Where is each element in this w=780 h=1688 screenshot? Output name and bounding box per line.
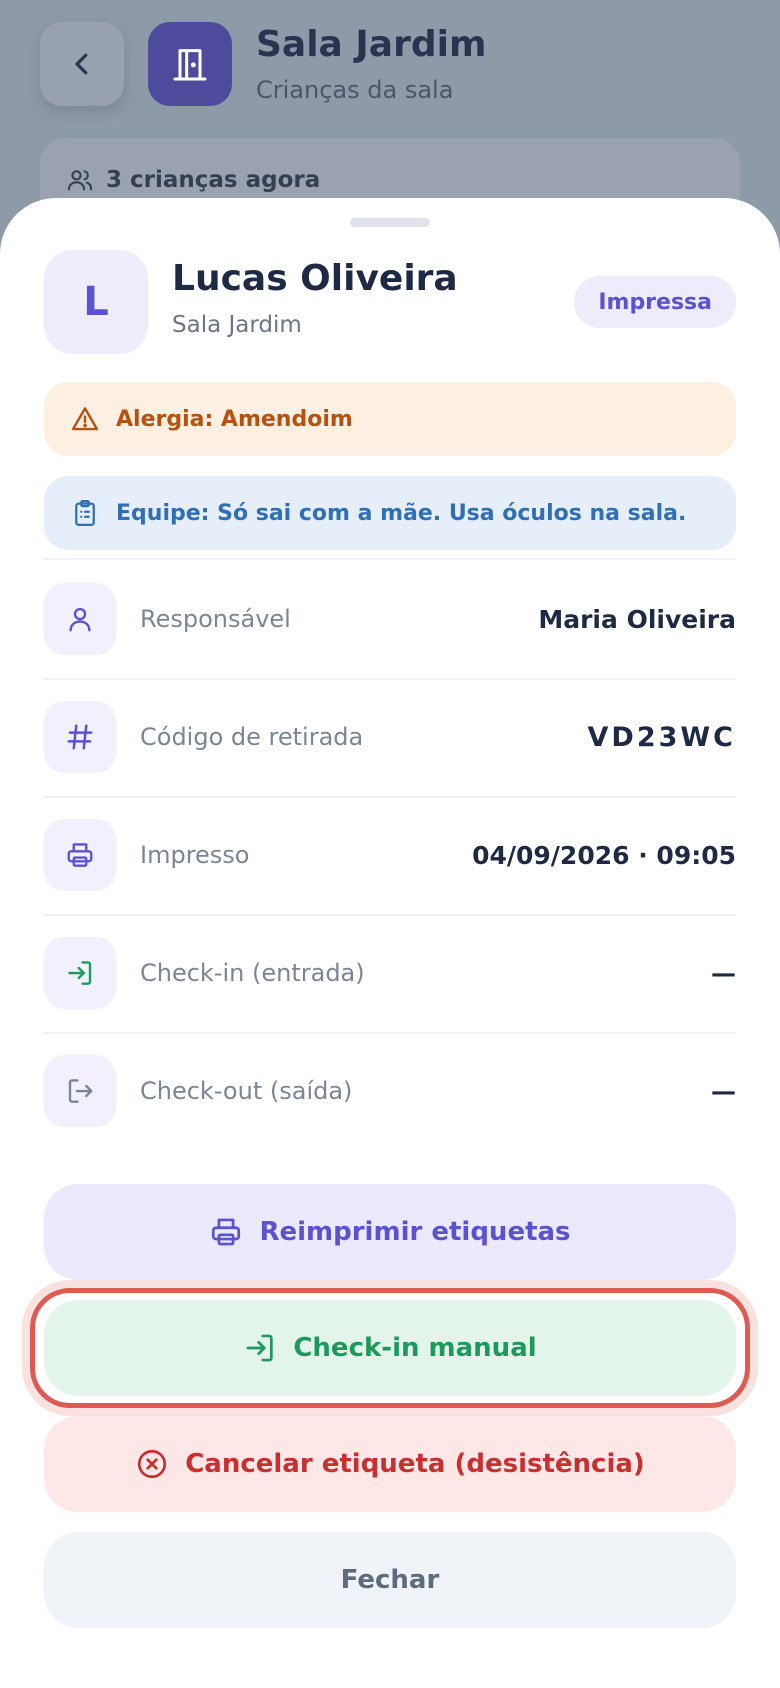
row-icon-tile bbox=[44, 1055, 116, 1127]
printer-icon bbox=[212, 1218, 241, 1246]
room-icon-tile bbox=[148, 22, 232, 106]
detail-value: — bbox=[711, 1076, 736, 1106]
pickup-code: VD23WC bbox=[587, 721, 736, 753]
reprint-labels-button[interactable]: Reimprimir etiquetas bbox=[44, 1184, 736, 1280]
reprint-labels-label: Reimprimir etiquetas bbox=[259, 1217, 571, 1247]
login-icon bbox=[68, 961, 92, 985]
row-icon-tile bbox=[44, 583, 116, 655]
children-count-label: 3 crianças agora bbox=[106, 167, 321, 193]
avatar: L bbox=[44, 250, 148, 354]
warning-icon bbox=[71, 407, 99, 431]
room-title: Sala Jardim bbox=[256, 24, 487, 65]
close-label: Fechar bbox=[340, 1565, 440, 1595]
detail-value: 04/09/2026 · 09:05 bbox=[472, 840, 736, 870]
clipboard-icon bbox=[75, 500, 95, 526]
manual-checkin-button[interactable]: Check-in manual bbox=[44, 1300, 736, 1396]
row-icon-tile bbox=[44, 819, 116, 891]
detail-row-checkin: Check-in (entrada) — bbox=[44, 914, 736, 1032]
cancel-label-button[interactable]: Cancelar etiqueta (desistência) bbox=[44, 1416, 736, 1512]
detail-row-impresso: Impresso 04/09/2026 · 09:05 bbox=[44, 796, 736, 914]
person-icon bbox=[69, 607, 91, 632]
cancel-label-text: Cancelar etiqueta (desistência) bbox=[185, 1449, 645, 1479]
detail-row-codigo: Código de retirada VD23WC bbox=[44, 678, 736, 796]
manual-checkin-label: Check-in manual bbox=[293, 1333, 537, 1363]
detail-label: Código de retirada bbox=[140, 723, 364, 751]
allergy-alert: Alergia: Amendoim bbox=[44, 382, 736, 456]
child-detail-sheet: L Lucas Oliveira Sala Jardim Impressa Al… bbox=[0, 198, 780, 1688]
team-note-text: Equipe: Só sai com a mãe. Usa óculos na … bbox=[116, 500, 687, 526]
child-name: Lucas Oliveira bbox=[172, 258, 458, 299]
detail-row-checkout: Check-out (saída) — bbox=[44, 1032, 736, 1150]
room-subtitle: Crianças da sala bbox=[256, 76, 454, 104]
chevron-left-icon bbox=[75, 53, 88, 75]
users-icon bbox=[67, 170, 93, 191]
row-icon-tile bbox=[44, 701, 116, 773]
x-circle-icon bbox=[138, 1449, 167, 1479]
allergy-alert-text: Alergia: Amendoim bbox=[116, 406, 353, 432]
detail-label: Check-in (entrada) bbox=[140, 959, 365, 987]
detail-label: Impresso bbox=[140, 841, 250, 869]
detail-row-responsavel: Responsável Maria Oliveira bbox=[44, 560, 736, 678]
row-icon-tile bbox=[44, 937, 116, 1009]
detail-value: Maria Oliveira bbox=[538, 604, 736, 634]
detail-value: — bbox=[711, 958, 736, 988]
detail-label: Check-out (saída) bbox=[140, 1077, 353, 1105]
logout-icon bbox=[68, 1079, 93, 1103]
printer-icon bbox=[67, 843, 93, 867]
child-room: Sala Jardim bbox=[172, 312, 302, 338]
status-badge: Impressa bbox=[574, 276, 736, 328]
children-count: 3 crianças agora bbox=[66, 166, 320, 194]
back-button[interactable] bbox=[40, 22, 124, 106]
sheet-drag-handle[interactable] bbox=[350, 218, 430, 227]
background-header: Sala Jardim Crianças da sala 3 crianças … bbox=[0, 0, 780, 238]
team-note: Equipe: Só sai com a mãe. Usa óculos na … bbox=[44, 476, 736, 550]
login-icon bbox=[246, 1334, 274, 1362]
close-button[interactable]: Fechar bbox=[44, 1532, 736, 1628]
hash-icon bbox=[67, 724, 93, 750]
detail-label: Responsável bbox=[140, 605, 291, 633]
door-icon bbox=[173, 49, 207, 81]
